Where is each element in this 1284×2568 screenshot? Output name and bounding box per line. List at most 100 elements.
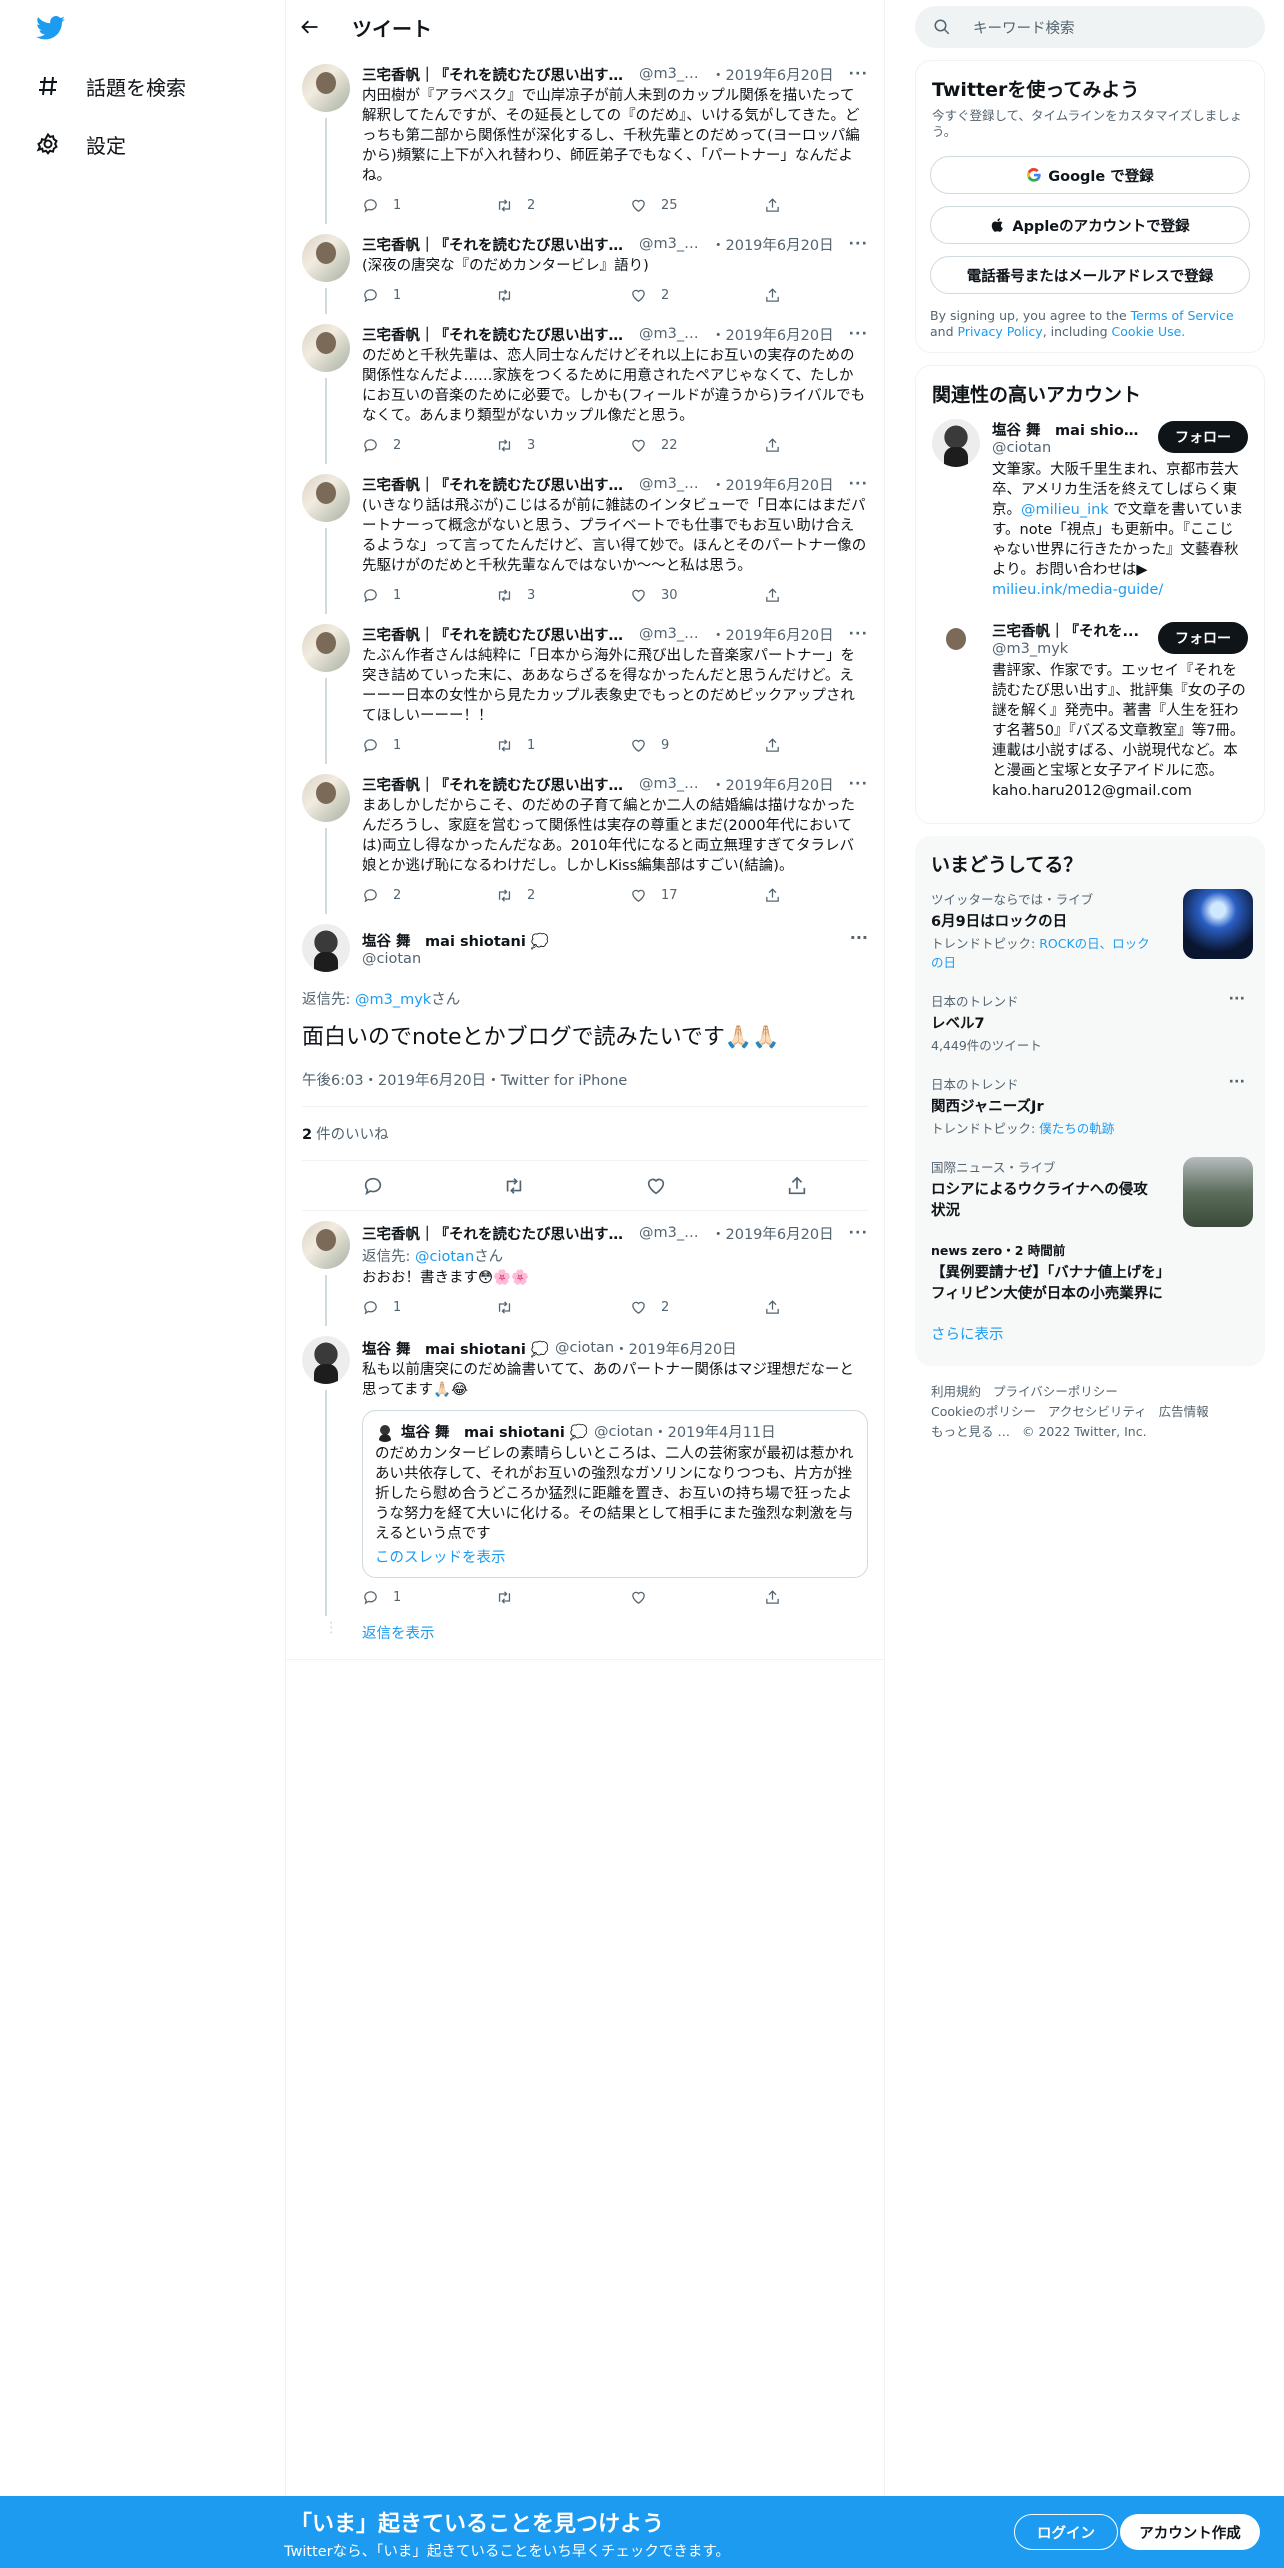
share-button[interactable]	[764, 887, 804, 904]
avatar[interactable]	[302, 774, 350, 822]
author-handle[interactable]: @m3_m...	[639, 476, 711, 492]
author-handle[interactable]: @m3_m...	[639, 1225, 711, 1241]
tos-link[interactable]: Terms of Service	[1131, 308, 1234, 323]
avatar[interactable]	[302, 64, 350, 112]
share-button[interactable]	[764, 737, 804, 754]
author-name[interactable]: 三宅香帆｜『それを読むたび思い出す…	[362, 474, 623, 495]
phone-signup-button[interactable]: 電話番号またはメールアドレスで登録	[930, 256, 1250, 294]
more-icon[interactable]: ···	[848, 476, 868, 492]
avatar[interactable]	[302, 474, 350, 522]
like-button[interactable]: 25	[630, 197, 764, 214]
author-name[interactable]: 三宅香帆｜『それを読むたび思い出す…	[362, 234, 623, 255]
back-arrow-icon[interactable]	[300, 17, 320, 37]
reply-button[interactable]: 2	[362, 437, 496, 454]
apple-signup-button[interactable]: Appleのアカウントで登録	[930, 206, 1250, 244]
like-icon[interactable]	[645, 1175, 667, 1197]
twitter-logo-icon[interactable]	[36, 16, 66, 40]
retweet-button[interactable]: 1	[496, 737, 630, 754]
avatar[interactable]	[302, 1336, 350, 1384]
quote-tweet[interactable]: 塩谷 舞 mai shiotani 💭 @ciotan ・ 2019年4月11日 のだ…	[362, 1410, 868, 1578]
share-button[interactable]	[764, 287, 804, 304]
author-name[interactable]: 三宅香帆｜『それを読むたび思い出す…	[362, 1223, 623, 1244]
like-button[interactable]: 17	[630, 887, 764, 904]
reply-button[interactable]: 1	[362, 287, 496, 304]
avatar[interactable]	[302, 924, 350, 972]
reply-button[interactable]: 1	[362, 587, 496, 604]
nav-settings[interactable]: 設定	[36, 124, 126, 164]
bio-url-link[interactable]: milieu.ink/media-guide/	[992, 582, 1163, 598]
reply-tweet[interactable]: 三宅香帆｜『それを読むたび思い出す… @m3_m... ・2019年6月20日 ···…	[286, 1211, 884, 1326]
tweet-date[interactable]: ・2019年6月20日	[711, 324, 834, 345]
reply-button[interactable]: 1	[362, 737, 496, 754]
avatar[interactable]	[302, 324, 350, 372]
avatar[interactable]	[302, 1221, 350, 1269]
thread-tweet[interactable]: 三宅香帆｜『それを読むたび思い出す… @m3_m... ・2019年6月20日 ···…	[286, 764, 884, 914]
trend-item[interactable]: 国際ニュース・ライブ ロシアによるウクライナへの侵攻状況	[927, 1147, 1253, 1230]
tweet-date[interactable]: ・2019年6月20日	[711, 774, 834, 795]
account-name[interactable]: 三宅香帆｜『それを...	[992, 620, 1142, 641]
tweet-date[interactable]: ・2019年6月20日	[711, 624, 834, 645]
share-icon[interactable]	[786, 1175, 808, 1197]
like-button[interactable]	[630, 1589, 764, 1606]
trend-topic-link[interactable]: 僕たちの軌跡	[1039, 1121, 1114, 1136]
share-button[interactable]	[764, 587, 804, 604]
account-handle[interactable]: @m3_myk	[992, 641, 1068, 657]
footer-link[interactable]: Cookieのポリシー	[931, 1404, 1036, 1419]
show-replies-link[interactable]: 返信を表示	[286, 1616, 884, 1660]
like-button[interactable]: 2	[630, 1299, 764, 1316]
author-handle[interactable]: @m3_m...	[639, 326, 711, 342]
author-handle[interactable]: @ciotan	[362, 951, 421, 967]
thread-tweet[interactable]: 三宅香帆｜『それを読むたび思い出す… @m3_m... ・2019年6月20日 ···…	[286, 464, 884, 614]
reply-to-link[interactable]: @ciotan	[415, 1249, 474, 1265]
trend-item[interactable]: 日本のトレンド 関西ジャニーズJr トレンドトピック: 僕たちの軌跡 ···	[927, 1064, 1253, 1147]
author-name[interactable]: 三宅香帆｜『それを読むたび思い出す…	[362, 64, 623, 85]
author-handle[interactable]: @m3_m...	[639, 236, 711, 252]
retweet-button[interactable]: 2	[496, 197, 630, 214]
avatar[interactable]	[932, 620, 980, 668]
thread-tweet[interactable]: 三宅香帆｜『それを読むたび思い出す… @m3_m... ・2019年6月20日 ···…	[286, 614, 884, 764]
tweet-date[interactable]: ・2019年6月20日	[711, 474, 834, 495]
footer-link[interactable]: アクセシビリティ	[1048, 1404, 1147, 1419]
cookie-link[interactable]: Cookie Use.	[1112, 324, 1186, 339]
author-handle[interactable]: @ciotan	[555, 1340, 614, 1356]
account-name[interactable]: 塩谷 舞 mai shiotan...	[992, 419, 1142, 440]
account-handle[interactable]: @ciotan	[992, 440, 1051, 456]
reply-button[interactable]: 1	[362, 1299, 496, 1316]
avatar[interactable]	[302, 234, 350, 282]
reply-to-link[interactable]: @m3_myk	[355, 992, 431, 1008]
thread-tweet[interactable]: 三宅香帆｜『それを読むたび思い出す… @m3_m... ・2019年6月20日 ···…	[286, 224, 884, 314]
login-button[interactable]: ログイン	[1014, 2514, 1118, 2550]
trend-item[interactable]: ツイッターならでは・ライブ 6月9日はロックの日 トレンドトピック: ROCKの…	[927, 879, 1253, 981]
trend-item[interactable]: 日本のトレンド レベル7 4,449件のツイート ···	[927, 981, 1253, 1064]
account-card[interactable]: 三宅香帆｜『それを... @m3_myk 書評家、作家です。エッセイ『それを読む…	[928, 610, 1252, 811]
more-icon[interactable]: ···	[848, 236, 868, 252]
author-handle[interactable]: @m3_m...	[639, 776, 711, 792]
reply-button[interactable]: 1	[362, 197, 496, 214]
bio-mention-link[interactable]: @milieu_ink	[1021, 502, 1109, 518]
like-button[interactable]: 22	[630, 437, 764, 454]
tweet-timestamp[interactable]: 午後6:03・2019年6月20日・Twitter for iPhone	[302, 1069, 868, 1107]
author-name[interactable]: 三宅香帆｜『それを読むたび思い出す…	[362, 324, 623, 345]
more-icon[interactable]: ···	[848, 626, 868, 642]
more-icon[interactable]: ···	[848, 1225, 868, 1241]
follow-button[interactable]: フォロー	[1158, 421, 1248, 453]
google-signup-button[interactable]: Google で登録	[930, 156, 1250, 194]
author-name[interactable]: 塩谷 舞 mai shiotani 💭	[362, 930, 549, 951]
avatar[interactable]	[302, 624, 350, 672]
like-button[interactable]: 30	[630, 587, 764, 604]
share-button[interactable]	[764, 1589, 804, 1606]
footer-link[interactable]: プライバシーポリシー	[993, 1384, 1118, 1399]
thread-tweet[interactable]: 三宅香帆｜『それを読むたび思い出す… @m3_m... ・2019年6月20日 ···…	[286, 54, 884, 224]
author-handle[interactable]: @m3_m...	[639, 66, 711, 82]
like-button[interactable]: 2	[630, 287, 764, 304]
more-icon[interactable]: ···	[1228, 1074, 1245, 1090]
retweet-button[interactable]: 3	[496, 437, 630, 454]
retweet-button[interactable]: 2	[496, 887, 630, 904]
author-handle[interactable]: @m3_m...	[639, 626, 711, 642]
more-icon[interactable]: ···	[848, 326, 868, 342]
retweet-button[interactable]	[496, 1299, 630, 1316]
privacy-link[interactable]: Privacy Policy	[958, 324, 1043, 339]
more-icon[interactable]: ···	[850, 928, 868, 947]
share-button[interactable]	[764, 437, 804, 454]
show-thread-link[interactable]: このスレッドを表示	[375, 1546, 855, 1567]
